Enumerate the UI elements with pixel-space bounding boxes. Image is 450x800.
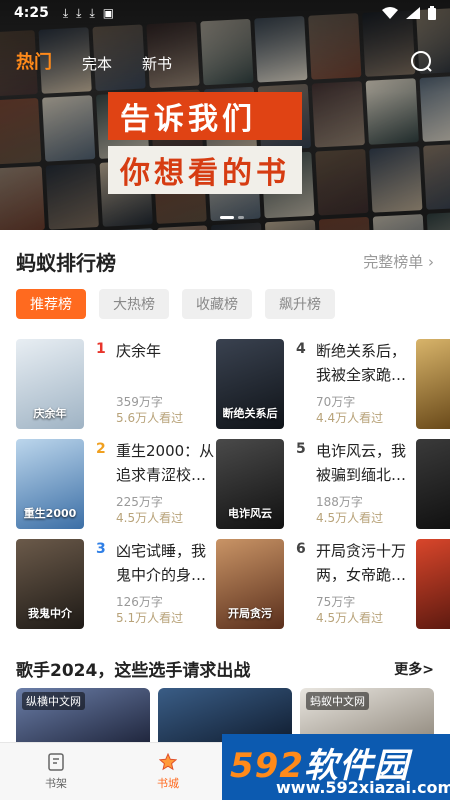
- book-item[interactable]: 我鬼中介 3 凶宅试睡，我鬼中介的身… 126万字 5.1万人看过: [16, 539, 226, 631]
- banner-line-2: 你想看的书: [108, 146, 302, 194]
- book-item[interactable]: 断绝关系后 4 断绝关系后，我被全家跪… 70万字 4.4万人看过: [216, 339, 426, 431]
- book-item[interactable]: 电诈风云 5 电诈风云，我被骗到缅北… 188万字 4.5万人看过: [216, 439, 426, 531]
- read-count: 4.5万人看过: [316, 511, 384, 525]
- publisher-badge: 纵横中文网: [22, 692, 85, 710]
- read-count: 4.4万人看过: [316, 411, 384, 425]
- book-cover-partial[interactable]: [416, 339, 450, 429]
- tab-recommend[interactable]: 推荐榜: [16, 289, 86, 319]
- tab-collected[interactable]: 收藏榜: [182, 289, 252, 319]
- tab-hot[interactable]: 热门: [16, 48, 52, 74]
- top-tabs: 热门 完本 新书: [16, 48, 172, 74]
- book-item[interactable]: 重生2000 2 重生2000：从追求青涩校… 225万字 4.5万人看过: [16, 439, 226, 531]
- app-screen: 4:25 ⤓ ⤓ ⤓ ▣ 热门 完本 新书 告诉我们 你想看的书 蚂蚁排行榜 完…: [0, 0, 450, 800]
- nav-bookstore[interactable]: 书城: [112, 743, 224, 800]
- book-cover: 开局贪污: [216, 539, 284, 629]
- ranking-header: 蚂蚁排行榜 完整榜单 ›: [16, 247, 434, 276]
- book-cover: 我鬼中介: [16, 539, 84, 629]
- nav-label: 书城: [157, 776, 179, 790]
- rank-number: 5: [296, 441, 306, 457]
- status-bar: 4:25 ⤓ ⤓ ⤓ ▣: [0, 0, 450, 26]
- book-cover-partial[interactable]: [416, 439, 450, 529]
- site-watermark: 592软件园 www.592xiazai.com: [222, 734, 450, 800]
- book-title: 重生2000：从追求青涩校…: [116, 442, 215, 484]
- singer-card[interactable]: 纵横中文网: [16, 688, 150, 748]
- download-icon: ⤓: [62, 5, 69, 20]
- book-cover: 电诈风云: [216, 439, 284, 529]
- more-link[interactable]: 更多>: [394, 659, 434, 679]
- nav-bookshelf[interactable]: 书架: [0, 743, 112, 800]
- read-count: 5.6万人看过: [116, 411, 184, 425]
- wifi-icon: [382, 7, 398, 19]
- read-count: 4.5万人看过: [116, 511, 184, 525]
- tab-new[interactable]: 新书: [142, 53, 172, 74]
- banner-text: 告诉我们 你想看的书: [108, 92, 302, 200]
- pager-dot: [238, 216, 244, 219]
- word-count: 126万字: [116, 595, 163, 609]
- tab-finished[interactable]: 完本: [82, 53, 112, 74]
- tab-popular[interactable]: 大热榜: [99, 289, 169, 319]
- singer-section-header: 歌手2024，这些选手请求出战 更多>: [16, 656, 434, 681]
- rank-number: 1: [96, 341, 106, 357]
- pager-dot: [220, 216, 234, 219]
- watermark-url: www.592xiazai.com: [276, 778, 450, 797]
- nav-label: 书架: [45, 776, 67, 790]
- word-count: 359万字: [116, 395, 163, 409]
- word-count: 70万字: [316, 395, 356, 409]
- banner-line-1: 告诉我们: [108, 92, 302, 140]
- book-cover: 重生2000: [16, 439, 84, 529]
- bookshelf-icon: [48, 752, 64, 771]
- book-item[interactable]: 庆余年 1 庆余年 359万字 5.6万人看过: [16, 339, 226, 431]
- rank-number: 6: [296, 541, 306, 557]
- book-title: 庆余年: [116, 342, 162, 360]
- book-cover: 庆余年: [16, 339, 84, 429]
- rank-number: 2: [96, 441, 106, 457]
- download-icon: ⤓: [89, 5, 95, 20]
- book-title: 开局贪污十万两，女帝跪…: [316, 542, 407, 584]
- full-ranking-link[interactable]: 完整榜单 ›: [363, 251, 434, 272]
- status-time: 4:25: [14, 5, 49, 21]
- battery-icon: [428, 6, 436, 20]
- ranking-tabs: 推荐榜 大热榜 收藏榜 飙升榜: [16, 289, 335, 319]
- banner-pager: [220, 216, 244, 219]
- ranking-title: 蚂蚁排行榜: [16, 251, 116, 275]
- publisher-badge: 蚂蚁中文网: [306, 692, 369, 710]
- word-count: 188万字: [316, 495, 363, 509]
- rank-number: 4: [296, 341, 306, 357]
- book-cover: 断绝关系后: [216, 339, 284, 429]
- search-icon[interactable]: [410, 50, 434, 74]
- hero-banner[interactable]: 4:25 ⤓ ⤓ ⤓ ▣ 热门 完本 新书 告诉我们 你想看的书: [0, 0, 450, 230]
- app-notification-icon: ▣: [102, 6, 115, 20]
- star-icon: [159, 752, 177, 770]
- book-title: 凶宅试睡，我鬼中介的身…: [116, 542, 207, 584]
- book-title: 电诈风云，我被骗到缅北…: [316, 442, 407, 484]
- rank-number: 3: [96, 541, 106, 557]
- word-count: 75万字: [316, 595, 356, 609]
- book-title: 断绝关系后，我被全家跪…: [316, 342, 407, 384]
- download-icon: ⤓: [76, 5, 82, 20]
- book-item[interactable]: 开局贪污 6 开局贪污十万两，女帝跪… 75万字 4.5万人看过: [216, 539, 426, 631]
- read-count: 4.5万人看过: [316, 611, 384, 625]
- tab-rising[interactable]: 飙升榜: [265, 289, 335, 319]
- singer-section-title: 歌手2024，这些选手请求出战: [16, 661, 251, 681]
- book-cover-partial[interactable]: [416, 539, 450, 629]
- word-count: 225万字: [116, 495, 163, 509]
- signal-icon: [406, 7, 420, 19]
- read-count: 5.1万人看过: [116, 611, 184, 625]
